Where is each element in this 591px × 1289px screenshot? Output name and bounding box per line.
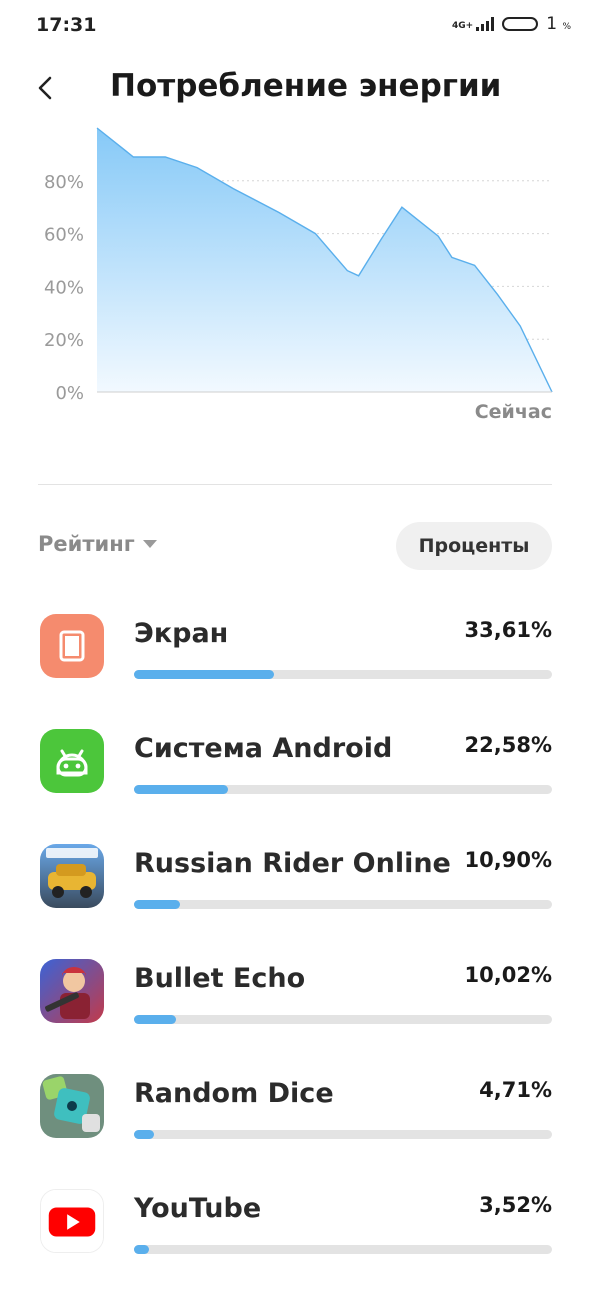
app-name: YouTube	[134, 1193, 262, 1224]
battery-level: 1 %	[546, 14, 571, 34]
screen-icon	[40, 614, 104, 678]
app-row-random-dice[interactable]: Random Dice 4,71%	[0, 1074, 591, 1174]
app-name: Bullet Echo	[134, 963, 306, 994]
status-bar: 17:31 4G+ 1 %	[0, 0, 591, 52]
usage-bar	[134, 785, 552, 794]
game-dice-icon	[40, 1074, 104, 1138]
x-tick-label-now: Сейчас	[475, 401, 552, 423]
y-tick-label: 20%	[44, 330, 84, 351]
sort-label: Рейтинг	[38, 532, 135, 556]
app-row-screen[interactable]: Экран 33,61%	[0, 614, 591, 714]
y-tick-label: 80%	[44, 172, 84, 193]
app-row-bullet-echo[interactable]: Bullet Echo 10,02%	[0, 959, 591, 1059]
app-percent: 3,52%	[479, 1193, 552, 1217]
app-percent: 4,71%	[479, 1078, 552, 1102]
app-percent: 22,58%	[464, 733, 552, 757]
percent-toggle-button[interactable]: Проценты	[396, 522, 552, 570]
back-button[interactable]	[30, 68, 66, 108]
usage-bar-fill	[134, 785, 229, 794]
usage-bar-fill	[134, 1130, 154, 1139]
app-percent: 10,02%	[464, 963, 552, 987]
usage-bar	[134, 1130, 552, 1139]
app-percent: 33,61%	[464, 618, 552, 642]
usage-bar-fill	[134, 900, 180, 909]
battery-usage-chart: 80% 60% 40% 20% 0% Сейчас	[0, 120, 591, 440]
game-soldier-icon	[40, 959, 104, 1023]
y-tick-label: 60%	[44, 225, 84, 246]
dropdown-caret-icon	[142, 540, 157, 548]
signal-icon: 4G+	[452, 17, 495, 31]
app-name: Экран	[134, 618, 229, 649]
divider	[38, 484, 552, 485]
usage-bar-fill	[134, 1245, 149, 1254]
usage-bar	[134, 1015, 552, 1024]
android-icon	[40, 729, 104, 793]
app-row-russian-rider-online[interactable]: Russian Rider Online 10,90%	[0, 844, 591, 944]
game-car-icon	[40, 844, 104, 908]
battery-icon	[502, 17, 539, 31]
usage-bar	[134, 1245, 552, 1254]
chevron-left-icon	[38, 76, 52, 100]
usage-bar-fill	[134, 1015, 176, 1024]
app-name: Russian Rider Online	[134, 848, 451, 879]
status-time: 17:31	[36, 14, 97, 36]
battery-chart-svg: 80% 60% 40% 20% 0% Сейчас	[44, 127, 553, 423]
youtube-icon	[40, 1189, 104, 1253]
sort-dropdown[interactable]: Рейтинг	[38, 532, 157, 556]
app-percent: 10,90%	[464, 848, 552, 872]
page-title: Потребление энергии	[110, 68, 502, 104]
usage-bar-fill	[134, 670, 275, 679]
app-name: Система Android	[134, 733, 393, 764]
network-type: 4G+	[452, 21, 474, 31]
usage-bar	[134, 900, 552, 909]
header: Потребление энергии	[0, 60, 591, 116]
y-tick-label: 0%	[55, 383, 84, 404]
app-row-youtube[interactable]: YouTube 3,52%	[0, 1189, 591, 1289]
status-icons: 4G+ 1 %	[452, 14, 571, 34]
usage-bar	[134, 670, 552, 679]
y-tick-label: 40%	[44, 277, 84, 298]
app-row-android-system[interactable]: Система Android 22,58%	[0, 729, 591, 829]
app-name: Random Dice	[134, 1078, 334, 1109]
chart-area	[97, 128, 552, 392]
